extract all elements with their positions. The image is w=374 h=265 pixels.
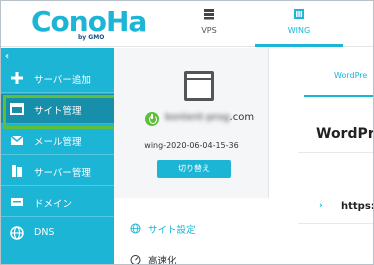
wing-icon	[294, 9, 304, 19]
speed-icon	[130, 255, 141, 264]
sidebar: ‹ サーバー追加 サイト管理 メール管理 サーバー管理 ドメイン DNS	[1, 48, 114, 264]
chevron-right-icon[interactable]: ›	[319, 201, 323, 211]
divider	[298, 223, 373, 224]
site-url[interactable]: https:/	[341, 201, 373, 212]
switch-button[interactable]: 切り替え	[157, 160, 231, 178]
tab-vps[interactable]: VPS	[165, 1, 253, 47]
divider	[298, 152, 373, 153]
server-name: wing-2020-06-04-15-36	[144, 141, 239, 150]
mail-icon	[10, 135, 24, 145]
tab-wing[interactable]: WING	[255, 1, 343, 47]
browser-window-icon	[184, 71, 214, 101]
menu-item-label: サイト設定	[148, 225, 196, 236]
plus-icon	[11, 72, 23, 84]
globe-outline-icon	[130, 223, 141, 234]
tab-wordpress[interactable]: WordPre	[334, 71, 367, 80]
content-heading: WordPre	[316, 126, 374, 142]
sidebar-item-domain[interactable]: ドメイン	[1, 187, 114, 217]
sidebar-item-label: DNS	[34, 227, 55, 238]
sidebar-item-dns[interactable]: DNS	[1, 218, 114, 248]
top-header: ConoHa by GMO VPS WING	[1, 1, 373, 47]
domain-suffix: .com	[229, 112, 255, 123]
site-panel: kontent-prog.com wing-2020-06-04-15-36 切…	[114, 48, 269, 265]
server-icon	[204, 9, 214, 20]
site-manage-highlight	[3, 95, 123, 129]
tab-vps-label: VPS	[201, 26, 217, 35]
site-domain[interactable]: kontent-prog.com	[165, 112, 254, 123]
content-area: WordPre WordPre › https:/	[270, 48, 374, 264]
domain-blurred: kontent-prog	[165, 112, 230, 123]
sidebar-collapse-icon[interactable]: ‹	[5, 51, 9, 62]
active-tab-indicator	[304, 95, 373, 97]
domain-icon	[11, 198, 23, 206]
server-manage-icon	[12, 165, 22, 177]
site-menu: サイト設定 高速化	[114, 198, 269, 265]
sidebar-item-label: サーバー追加	[34, 75, 91, 86]
menu-item-label: 高速化	[148, 256, 177, 265]
sidebar-item-label: メール管理	[34, 137, 82, 148]
sidebar-item-add-server[interactable]: サーバー追加	[1, 63, 114, 93]
logo-sub: by GMO	[78, 34, 105, 41]
tab-wing-label: WING	[287, 26, 311, 35]
globe-icon	[10, 226, 24, 240]
sidebar-item-server-manage[interactable]: サーバー管理	[1, 156, 114, 186]
power-status-icon	[145, 112, 159, 126]
sidebar-item-label: サーバー管理	[34, 168, 91, 179]
sidebar-item-label: ドメイン	[34, 199, 73, 210]
app-frame: ConoHa by GMO VPS WING ‹ サーバー追加 サイト管理 メー…	[0, 0, 374, 265]
sidebar-item-mail-manage[interactable]: メール管理	[1, 125, 114, 155]
